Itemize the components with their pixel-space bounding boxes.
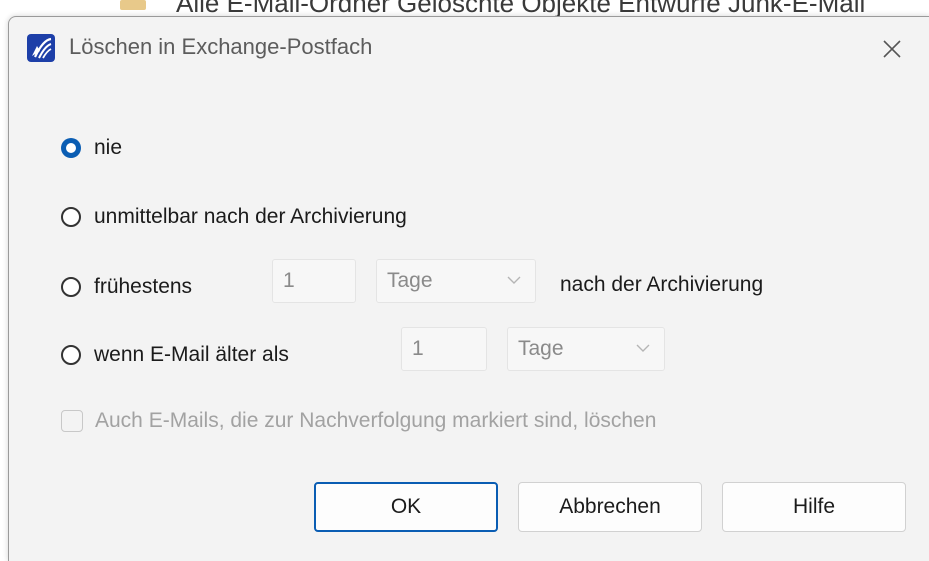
chevron-down-icon [636, 344, 650, 352]
option-immediately[interactable]: unmittelbar nach der Archivierung [61, 197, 407, 237]
option-older-than-label: wenn E-Mail älter als [94, 343, 289, 366]
earliest-unit-value: Tage [387, 269, 433, 292]
radio-immediately[interactable] [61, 207, 81, 227]
earliest-days-input[interactable]: 1 [272, 259, 356, 303]
radio-earliest[interactable] [61, 277, 81, 297]
flagged-checkbox[interactable] [61, 410, 83, 432]
help-button[interactable]: Hilfe [722, 482, 906, 532]
close-icon [883, 40, 901, 58]
flagged-option[interactable]: Auch E-Mails, die zur Nachverfolgung mar… [61, 401, 656, 441]
delete-dialog: Löschen in Exchange-Postfach nie unmitte… [8, 16, 929, 561]
close-button[interactable] [869, 29, 915, 69]
older-unit-value: Tage [518, 337, 564, 360]
earliest-unit-select[interactable]: Tage [376, 259, 536, 303]
folder-icon [120, 0, 146, 10]
option-earliest-label: frühestens [94, 275, 193, 298]
title-bar[interactable]: Löschen in Exchange-Postfach [9, 17, 929, 79]
older-days-input[interactable]: 1 [401, 327, 487, 371]
older-unit-select[interactable]: Tage [507, 327, 665, 371]
flagged-checkbox-label: Auch E-Mails, die zur Nachverfolgung mar… [95, 409, 657, 432]
option-earliest[interactable]: frühestens [61, 267, 192, 307]
radio-never[interactable] [61, 138, 81, 158]
option-immediately-label: unmittelbar nach der Archivierung [94, 205, 407, 228]
option-older-than[interactable]: wenn E-Mail älter als [61, 335, 289, 375]
ok-button[interactable]: OK [314, 482, 498, 532]
app-icon [27, 34, 55, 62]
radio-older-than[interactable] [61, 345, 81, 365]
option-never-label: nie [94, 136, 123, 159]
cancel-button[interactable]: Abbrechen [518, 482, 702, 532]
earliest-suffix-label: nach der Archivierung [560, 273, 764, 296]
chevron-down-icon [507, 276, 521, 284]
dialog-title: Löschen in Exchange-Postfach [69, 34, 373, 59]
option-never[interactable]: nie [61, 128, 122, 168]
